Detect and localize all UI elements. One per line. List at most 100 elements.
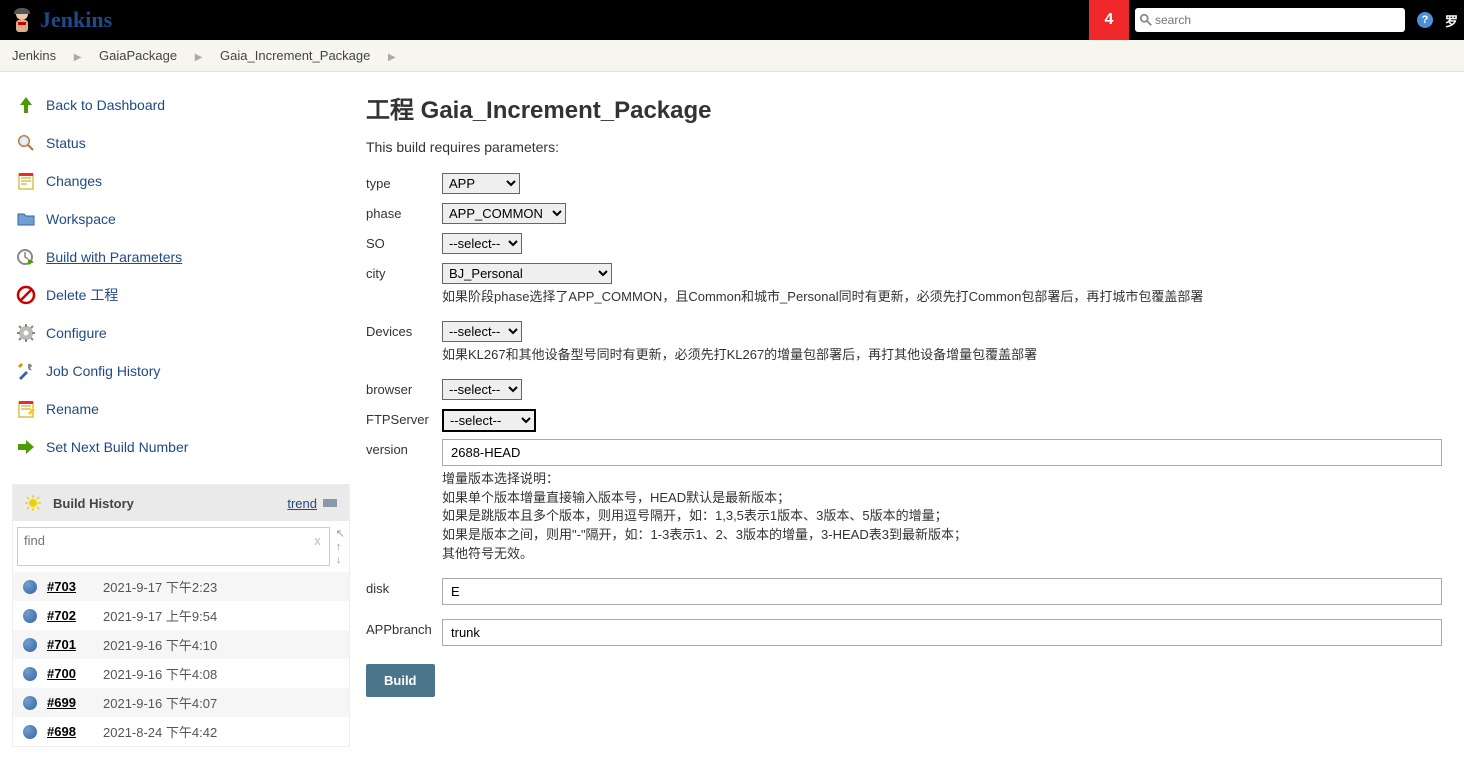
devices-select[interactable]: --select-- [442,321,522,342]
build-status-ball [23,667,37,681]
clock-play-icon [14,245,38,269]
search-icon [14,131,38,155]
collapse-icon[interactable] [323,499,337,507]
search-box[interactable] [1135,8,1405,32]
build-timestamp: 2021-9-16 下午4:08 [103,664,217,683]
notepad-edit-icon [14,397,38,421]
notification-count[interactable]: 4 [1089,0,1129,40]
no-entry-icon [14,283,38,307]
param-type: type APP [366,173,1454,199]
build-timestamp: 2021-9-17 上午9:54 [103,606,217,625]
version-input[interactable] [442,439,1442,466]
arrow-up-icon[interactable]: ↑ [336,542,345,553]
build-history-widget: Build History trend x ↖ ↑ ↓ #7032021-9 [12,484,350,747]
param-browser: browser --select-- [366,379,1454,405]
breadcrumb-item[interactable]: Jenkins [12,48,56,63]
build-number-link[interactable]: #698 [47,724,103,739]
page-subtitle: This build requires parameters: [366,139,1454,155]
user-menu[interactable]: 罗 [1439,11,1464,30]
task-delete[interactable]: Delete 工程 [12,276,350,314]
task-link[interactable]: Changes [46,173,102,189]
clear-icon[interactable]: x [314,533,321,548]
task-link[interactable]: Job Config History [46,363,160,379]
build-timestamp: 2021-9-17 下午2:23 [103,577,217,596]
jenkins-logo[interactable]: Jenkins [0,6,122,34]
build-row[interactable]: #7002021-9-16 下午4:08 [13,659,349,688]
build-row[interactable]: #7032021-9-17 下午2:23 [13,572,349,601]
jenkins-icon [10,6,34,34]
build-number-link[interactable]: #701 [47,637,103,652]
task-back-dashboard[interactable]: Back to Dashboard [12,86,350,124]
tools-icon [14,359,38,383]
search-icon [1139,13,1153,27]
city-select[interactable]: BJ_Personal [442,263,612,284]
param-ftpserver: FTPServer --select-- [366,409,1454,435]
task-set-next-build[interactable]: Set Next Build Number [12,428,350,466]
build-find-input[interactable] [24,533,293,548]
task-build-params[interactable]: Build with Parameters [12,238,350,276]
param-disk: disk [366,578,1454,605]
build-timestamp: 2021-9-16 下午4:10 [103,635,217,654]
build-status-ball [23,725,37,739]
build-row[interactable]: #6982021-8-24 下午4:42 [13,717,349,746]
task-workspace[interactable]: Workspace [12,200,350,238]
brand-text: Jenkins [40,7,112,33]
param-devices: Devices --select-- 如果KL267和其他设备型号同时有更新，必… [366,321,1454,365]
chevron-right-icon: ▶ [374,52,410,63]
timeline-arrows: ↖ ↑ ↓ [336,527,345,566]
trend-link[interactable]: trend [287,496,317,511]
build-row[interactable]: #6992021-9-16 下午4:07 [13,688,349,717]
help-icon[interactable]: ? [1417,12,1433,28]
task-link[interactable]: Rename [46,401,99,417]
task-configure[interactable]: Configure [12,314,350,352]
ftpserver-select[interactable]: --select-- [442,409,536,432]
task-link[interactable]: Back to Dashboard [46,97,165,113]
task-status[interactable]: Status [12,124,350,162]
phase-select[interactable]: APP_COMMON [442,203,566,224]
build-row[interactable]: #7012021-9-16 下午4:10 [13,630,349,659]
appbranch-input[interactable] [442,619,1442,646]
build-status-ball [23,580,37,594]
task-changes[interactable]: Changes [12,162,350,200]
task-link[interactable]: Workspace [46,211,116,227]
page-title: 工程 Gaia_Increment_Package [366,90,1454,125]
type-select[interactable]: APP [442,173,520,194]
build-find-input-wrap: x [17,527,330,566]
param-phase: phase APP_COMMON [366,203,1454,229]
build-button[interactable]: Build [366,664,435,697]
breadcrumb-item[interactable]: GaiaPackage [99,48,177,63]
arrow-upleft-icon[interactable]: ↖ [336,529,345,540]
disk-input[interactable] [442,578,1442,605]
build-timestamp: 2021-8-24 下午4:42 [103,722,217,741]
task-link[interactable]: Delete 工程 [46,285,118,305]
build-status-ball [23,696,37,710]
chevron-right-icon: ▶ [181,52,217,63]
build-number-link[interactable]: #702 [47,608,103,623]
breadcrumb: Jenkins ▶ GaiaPackage ▶ Gaia_Increment_P… [0,40,1464,72]
build-number-link[interactable]: #699 [47,695,103,710]
build-row[interactable]: #7022021-9-17 上午9:54 [13,601,349,630]
devices-help: 如果KL267和其他设备型号同时有更新，必须先打KL267的增量包部署后，再打其… [442,346,1454,365]
build-number-link[interactable]: #703 [47,579,103,594]
task-link[interactable]: Build with Parameters [46,249,182,265]
city-help: 如果阶段phase选择了APP_COMMON，且Common和城市_Person… [442,288,1454,307]
main-panel: 工程 Gaia_Increment_Package This build req… [360,72,1464,757]
build-history-header: Build History trend [13,485,349,521]
task-link[interactable]: Set Next Build Number [46,439,188,455]
so-select[interactable]: --select-- [442,233,522,254]
sun-icon [25,495,41,511]
arrow-down-icon[interactable]: ↓ [336,555,345,566]
build-status-ball [23,638,37,652]
task-rename[interactable]: Rename [12,390,350,428]
task-link[interactable]: Status [46,135,86,151]
search-input[interactable] [1153,11,1401,29]
browser-select[interactable]: --select-- [442,379,522,400]
build-history-title: Build History [53,496,134,511]
task-link[interactable]: Configure [46,325,107,341]
build-number-link[interactable]: #700 [47,666,103,681]
build-timestamp: 2021-9-16 下午4:07 [103,693,217,712]
breadcrumb-item[interactable]: Gaia_Increment_Package [220,48,370,63]
build-status-ball [23,609,37,623]
task-job-config-hist[interactable]: Job Config History [12,352,350,390]
version-help: 增量版本选择说明： 如果单个版本增量直接输入版本号，HEAD默认是最新版本； 如… [442,470,1454,564]
